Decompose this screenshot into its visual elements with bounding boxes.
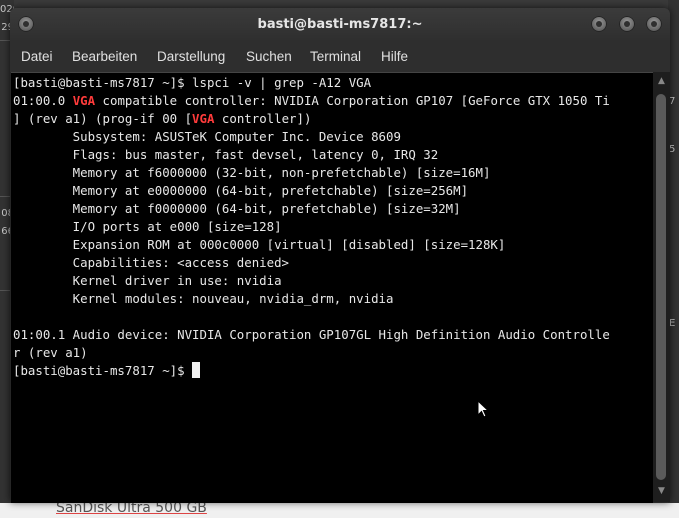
menu-bearbeiten[interactable]: Bearbeiten: [72, 49, 137, 64]
terminal-text-segment: r (rev a1): [13, 345, 88, 360]
terminal-text-segment: Memory at e0000000 (64-bit, prefetchable…: [13, 183, 469, 198]
terminal-line: Capabilities: <access denied>: [13, 254, 610, 272]
menu-datei[interactable]: Datei: [21, 49, 53, 64]
terminal-line: Subsystem: ASUSTeK Computer Inc. Device …: [13, 128, 610, 146]
terminal-line: ] (rev a1) (prog-if 00 [VGA controller]): [13, 110, 610, 128]
terminal-text-segment: [basti@basti-ms7817 ~]$ lspci -v | grep …: [13, 75, 372, 90]
window-title: basti@basti-ms7817:~: [257, 17, 423, 32]
maximize-button[interactable]: [619, 16, 635, 32]
terminal-text-segment: Memory at f0000000 (64-bit, prefetchable…: [13, 201, 461, 216]
terminal-line: Kernel driver in use: nvidia: [13, 272, 610, 290]
terminal-text-segment: Expansion ROM at 000c0000 [virtual] [dis…: [13, 237, 506, 252]
terminal-text-segment: Capabilities: <access denied>: [13, 255, 290, 270]
title-bar[interactable]: basti@basti-ms7817:~: [10, 8, 670, 42]
terminal-text-segment: 01:00.1 Audio device: NVIDIA Corporation…: [13, 327, 610, 342]
terminal-text-segment: compatible controller: NVIDIA Corporatio…: [95, 93, 610, 108]
vertical-scrollbar[interactable]: ▲ ▼: [653, 72, 670, 502]
mouse-pointer-icon: [477, 400, 489, 418]
terminal-line: Memory at e0000000 (64-bit, prefetchable…: [13, 182, 610, 200]
terminal-text-segment: Kernel modules: nouveau, nvidia_drm, nvi…: [13, 291, 394, 306]
terminal-line: 01:00.1 Audio device: NVIDIA Corporation…: [13, 326, 610, 344]
terminal-text-segment: ] (rev a1) (prog-if 00 [: [13, 111, 193, 126]
menu-hilfe[interactable]: Hilfe: [381, 49, 408, 64]
terminal-text-segment: I/O ports at e000 [size=128]: [13, 219, 282, 234]
highlighted-match: VGA: [192, 111, 215, 126]
terminal-text-segment: Flags: bus master, fast devsel, latency …: [13, 147, 439, 162]
background-text: 7: [669, 96, 676, 107]
terminal-line: I/O ports at e000 [size=128]: [13, 218, 610, 236]
terminal-line: Memory at f0000000 (64-bit, prefetchable…: [13, 200, 610, 218]
background-text: 5: [669, 144, 676, 155]
scroll-up-arrow-icon[interactable]: ▲: [656, 76, 667, 88]
terminal-window: basti@basti-ms7817:~ Datei Bearbeiten Da…: [10, 8, 670, 503]
close-button[interactable]: [646, 16, 662, 32]
terminal-line: Expansion ROM at 000c0000 [virtual] [dis…: [13, 236, 610, 254]
scroll-thumb[interactable]: [656, 94, 666, 480]
menu-suchen[interactable]: Suchen: [246, 49, 292, 64]
terminal-line: [basti@basti-ms7817 ~]$: [13, 362, 610, 380]
highlighted-match: VGA: [72, 93, 96, 108]
menu-terminal[interactable]: Terminal: [310, 49, 361, 64]
terminal-text-segment: controller]): [214, 111, 312, 126]
terminal-line: 01:00.0 VGA compatible controller: NVIDI…: [13, 92, 610, 110]
terminal-text-segment: Memory at f6000000 (32-bit, non-prefetch…: [13, 165, 491, 180]
background-text: E: [669, 318, 676, 329]
menu-darstellung[interactable]: Darstellung: [157, 49, 225, 64]
terminal-line: Flags: bus master, fast devsel, latency …: [13, 146, 610, 164]
terminal-line: [basti@basti-ms7817 ~]$ lspci -v | grep …: [13, 74, 610, 92]
terminal-line: Kernel modules: nouveau, nvidia_drm, nvi…: [13, 290, 610, 308]
menu-bar: Datei Bearbeiten Darstellung Suchen Term…: [10, 42, 670, 72]
scroll-down-arrow-icon[interactable]: ▼: [656, 486, 667, 498]
terminal-text-segment: Subsystem: ASUSTeK Computer Inc. Device …: [13, 129, 401, 144]
terminal-line: Memory at f6000000 (32-bit, non-prefetch…: [13, 164, 610, 182]
terminal-text: [basti@basti-ms7817 ~]$ lspci -v | grep …: [13, 74, 610, 380]
terminal-output[interactable]: [basti@basti-ms7817 ~]$ lspci -v | grep …: [11, 72, 653, 503]
terminal-text-segment: 01:00.0: [13, 93, 73, 108]
minimize-button[interactable]: [591, 16, 607, 32]
terminal-cursor: [192, 362, 201, 378]
terminal-text-segment: [basti@basti-ms7817 ~]$: [13, 363, 193, 378]
terminal-line: r (rev a1): [13, 344, 610, 362]
terminal-text-segment: Kernel driver in use: nvidia: [13, 273, 282, 288]
